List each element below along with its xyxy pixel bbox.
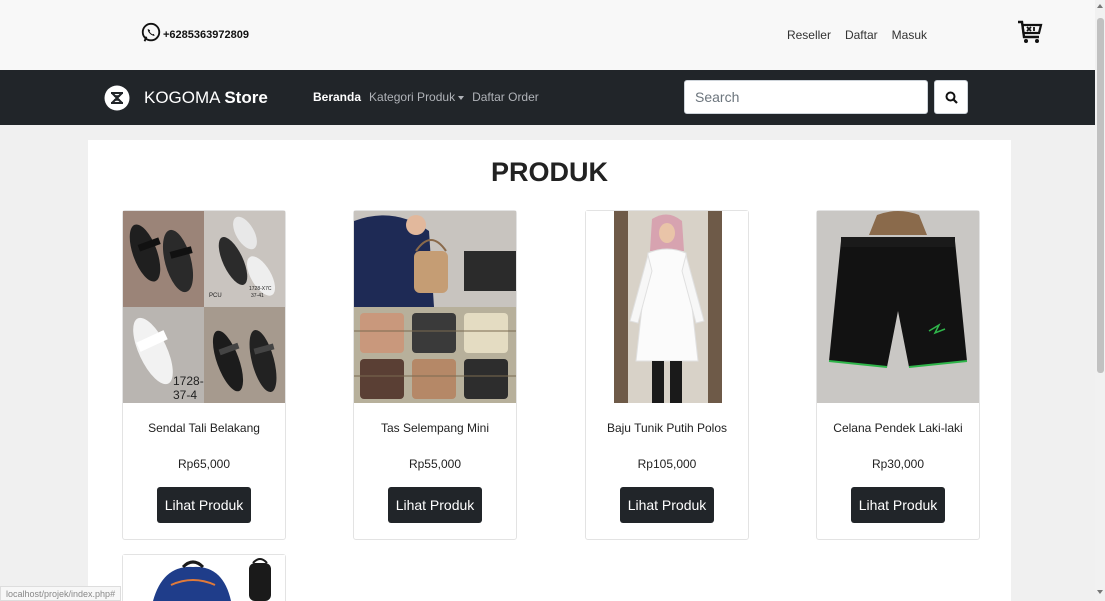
main-navbar: KOGOMA Store Beranda Kategori Produk Daf… (0, 70, 1095, 125)
product-section: PRODUK PCU 1728-X7C 37-41 1728- 37-4 Sen… (88, 140, 1011, 601)
top-links: Reseller Daftar Masuk (787, 28, 927, 42)
phone-contact[interactable]: +6285363972809 (140, 22, 249, 44)
view-product-button[interactable]: Lihat Produk (851, 487, 945, 523)
reseller-link[interactable]: Reseller (787, 28, 831, 42)
product-price: Rp55,000 (408, 457, 462, 471)
nav-item-kategori-label: Kategori Produk (369, 90, 456, 104)
search-input[interactable] (684, 80, 928, 114)
brand-name-light: KOGOMA (144, 88, 220, 107)
product-image-baju[interactable] (586, 211, 748, 403)
register-link[interactable]: Daftar (845, 28, 878, 42)
scrollbar-thumb[interactable] (1097, 18, 1104, 373)
thumb-label: 1728- (173, 374, 204, 388)
scroll-down-icon[interactable] (1097, 590, 1103, 594)
page-scrollbar[interactable] (1095, 0, 1105, 601)
view-product-button[interactable]: Lihat Produk (620, 487, 714, 523)
product-image-tas-ransel[interactable] (123, 555, 285, 601)
page-title: PRODUK (490, 157, 608, 187)
login-link[interactable]: Masuk (892, 28, 927, 42)
product-image-sendal[interactable]: PCU 1728-X7C 37-41 1728- 37-4 (123, 211, 285, 403)
caret-down-icon (458, 95, 465, 100)
product-name: Baju Tunik Putih Polos (606, 421, 728, 435)
view-product-button[interactable]: Lihat Produk (388, 487, 482, 523)
search-icon (945, 91, 958, 104)
nav-item-kategori-produk[interactable]: Kategori Produk (369, 90, 465, 104)
status-url: localhost/projek/index.php# (0, 586, 122, 601)
scroll-up-icon[interactable] (1097, 4, 1103, 8)
thumb-label: 37-41 (251, 293, 264, 299)
brand-name-bold: Store (224, 88, 268, 107)
product-card: Celana Pendek Laki-laki Rp30,000 Lihat P… (816, 210, 980, 540)
product-image-tas[interactable] (354, 211, 516, 403)
top-bar: +6285363972809 Reseller Daftar Masuk (0, 0, 1095, 70)
phone-number: +6285363972809 (163, 29, 249, 41)
product-name: Sendal Tali Belakang (148, 421, 260, 435)
thumb-label: 37-4 (173, 388, 197, 402)
product-card: Baju Tunik Putih Polos Rp105,000 Lihat P… (585, 210, 749, 540)
thumb-label: 1728-X7C (249, 286, 272, 292)
whatsapp-icon (141, 22, 161, 42)
nav-item-daftar-order[interactable]: Daftar Order (472, 90, 539, 104)
product-card (122, 554, 286, 601)
product-price: Rp105,000 (637, 457, 697, 471)
cart-icon[interactable] (1016, 18, 1044, 46)
nav-item-beranda[interactable]: Beranda (313, 90, 361, 104)
search-button[interactable] (934, 80, 968, 114)
view-product-button[interactable]: Lihat Produk (157, 487, 251, 523)
product-price: Rp65,000 (177, 457, 231, 471)
product-name: Tas Selempang Mini (380, 421, 490, 435)
product-card: Tas Selempang Mini Rp55,000 Lihat Produk (353, 210, 517, 540)
product-image-celana[interactable] (817, 211, 979, 403)
thumb-label: PCU (209, 293, 222, 299)
brand[interactable]: KOGOMA Store (104, 85, 268, 111)
product-price: Rp30,000 (871, 457, 925, 471)
product-card: PCU 1728-X7C 37-41 1728- 37-4 Sendal Tal… (122, 210, 286, 540)
product-name: Celana Pendek Laki-laki (833, 421, 963, 435)
brand-name: KOGOMA Store (144, 88, 268, 108)
nav-menu: Beranda Kategori Produk Daftar Order (313, 90, 539, 104)
logo-icon (104, 85, 130, 111)
